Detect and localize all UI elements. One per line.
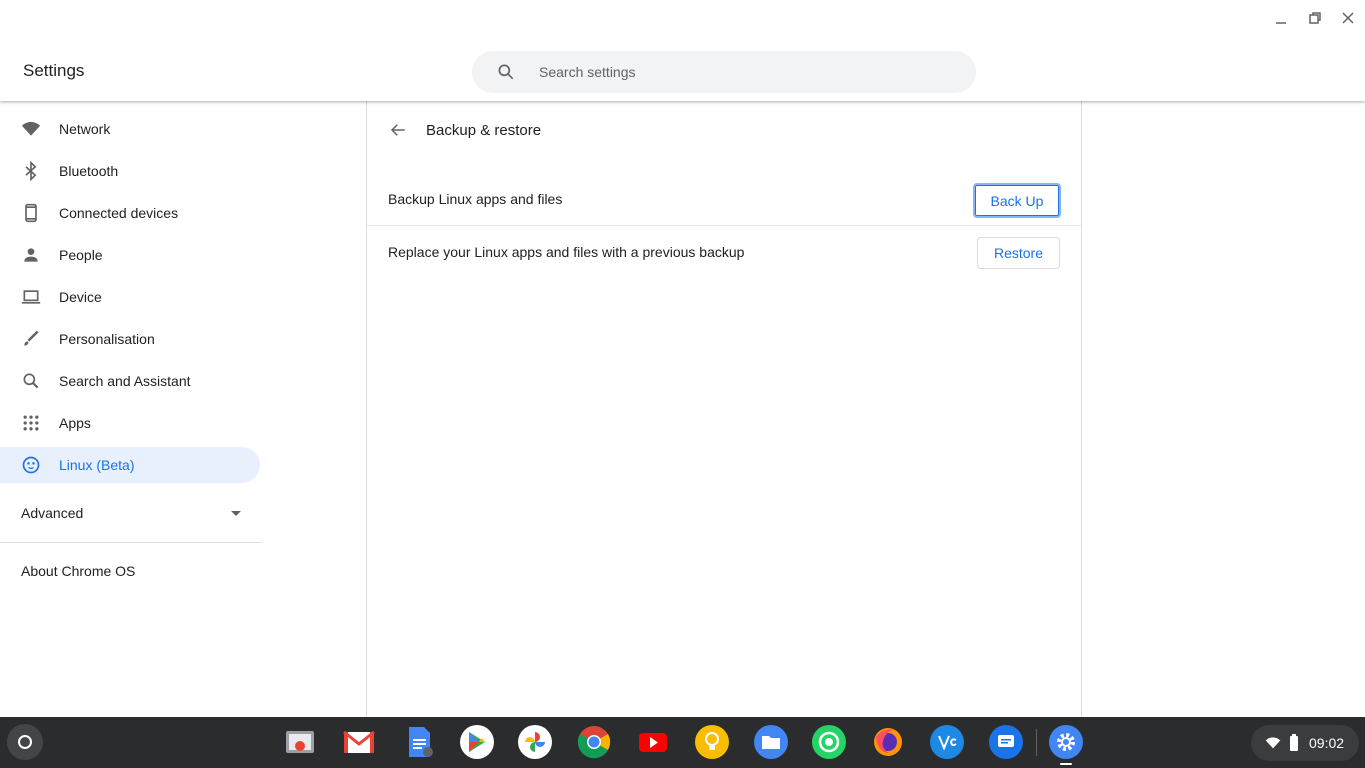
sidebar-item-label: Bluetooth	[59, 163, 119, 179]
about-chrome-os-link[interactable]: About Chrome OS	[21, 563, 135, 579]
wifi-icon	[21, 119, 41, 139]
backup-row: Backup Linux apps and files Back Up	[367, 174, 1081, 226]
minimize-button[interactable]	[1271, 8, 1291, 28]
arrow-back-icon	[390, 124, 405, 136]
sidebar-item-people[interactable]: People	[0, 237, 260, 273]
whatsapp-icon[interactable]	[812, 725, 846, 759]
sidebar-item-label: Connected devices	[59, 205, 179, 221]
firefox-icon[interactable]	[871, 725, 905, 759]
restore-row-label: Replace your Linux apps and files with a…	[388, 244, 745, 260]
photos-icon[interactable]	[518, 725, 552, 759]
sidebar-item-label: Search and Assistant	[59, 373, 191, 389]
laptop-icon	[21, 287, 41, 307]
sidebar-item-device[interactable]: Device	[0, 279, 260, 315]
files-icon[interactable]	[754, 725, 788, 759]
restore-button[interactable]	[1305, 8, 1325, 28]
sidebar-item-personalisation[interactable]: Personalisation	[0, 321, 260, 357]
keep-icon[interactable]	[695, 725, 729, 759]
restore-icon	[1309, 12, 1321, 24]
sidebar-item-label: Network	[59, 121, 111, 137]
sidebar: Network Bluetooth Connected devices Peop…	[0, 101, 366, 717]
app-title: Settings	[23, 61, 85, 80]
sidebar-item-connected-devices[interactable]: Connected devices	[0, 195, 260, 231]
caret-down-icon	[231, 511, 241, 516]
linux-penguin-icon	[21, 455, 41, 475]
shelf: 09:02	[0, 717, 1365, 768]
wifi-icon	[1265, 737, 1281, 749]
clock: 09:02	[1309, 735, 1345, 751]
search-input[interactable]	[539, 51, 959, 93]
restore-button[interactable]: Restore	[977, 237, 1060, 269]
gmail-icon[interactable]	[342, 725, 376, 759]
advanced-toggle[interactable]: Advanced	[0, 497, 262, 529]
search-box[interactable]	[472, 51, 976, 93]
battery-icon	[1290, 734, 1298, 751]
settings-icon[interactable]	[1049, 725, 1083, 759]
sidebar-item-label: Device	[59, 289, 102, 305]
active-app-indicator	[1060, 763, 1072, 765]
sidebar-item-label: Personalisation	[59, 331, 155, 347]
sidebar-item-network[interactable]: Network	[0, 111, 260, 147]
docs-icon[interactable]	[402, 725, 436, 759]
person-icon	[21, 245, 41, 265]
settings-window: Settings Network Bluetooth Connected dev…	[0, 0, 1365, 717]
sidebar-item-label: Apps	[59, 415, 91, 431]
launcher-circle-icon	[18, 735, 32, 749]
phone-icon	[21, 203, 41, 223]
restore-row: Replace your Linux apps and files with a…	[367, 227, 1081, 279]
sidebar-item-apps[interactable]: Apps	[0, 405, 260, 441]
messages-icon[interactable]	[989, 725, 1023, 759]
title-bar: Settings	[0, 0, 1365, 101]
play-store-icon[interactable]	[460, 725, 494, 759]
close-icon	[1342, 12, 1354, 24]
youtube-icon[interactable]	[636, 725, 670, 759]
bluetooth-icon	[21, 161, 41, 181]
sidebar-item-search-and-assistant[interactable]: Search and Assistant	[0, 363, 260, 399]
status-tray[interactable]: 09:02	[1251, 725, 1359, 761]
main-panel: Backup & restore Backup Linux apps and f…	[366, 101, 1082, 717]
backup-row-label: Backup Linux apps and files	[388, 191, 563, 207]
page-title: Backup & restore	[426, 122, 542, 139]
shelf-separator	[1036, 729, 1037, 756]
sidebar-item-label: People	[59, 247, 103, 263]
apps-grid-icon	[21, 413, 41, 433]
vscode-icon[interactable]	[930, 725, 964, 759]
close-button[interactable]	[1338, 8, 1358, 28]
brush-icon	[21, 329, 41, 349]
advanced-label: Advanced	[21, 505, 84, 521]
sidebar-item-bluetooth[interactable]: Bluetooth	[0, 153, 260, 189]
sidebar-divider	[0, 542, 262, 543]
chrome-canvas-icon[interactable]	[283, 725, 317, 759]
minimize-icon	[1276, 22, 1286, 24]
sidebar-item-linux-beta[interactable]: Linux (Beta)	[0, 447, 260, 483]
search-icon	[498, 64, 514, 80]
search-icon	[21, 371, 41, 391]
chrome-icon[interactable]	[577, 725, 611, 759]
launcher-button[interactable]	[7, 724, 43, 760]
back-button[interactable]	[387, 119, 409, 141]
back-up-button[interactable]: Back Up	[973, 183, 1061, 218]
sidebar-item-label: Linux (Beta)	[59, 457, 135, 473]
